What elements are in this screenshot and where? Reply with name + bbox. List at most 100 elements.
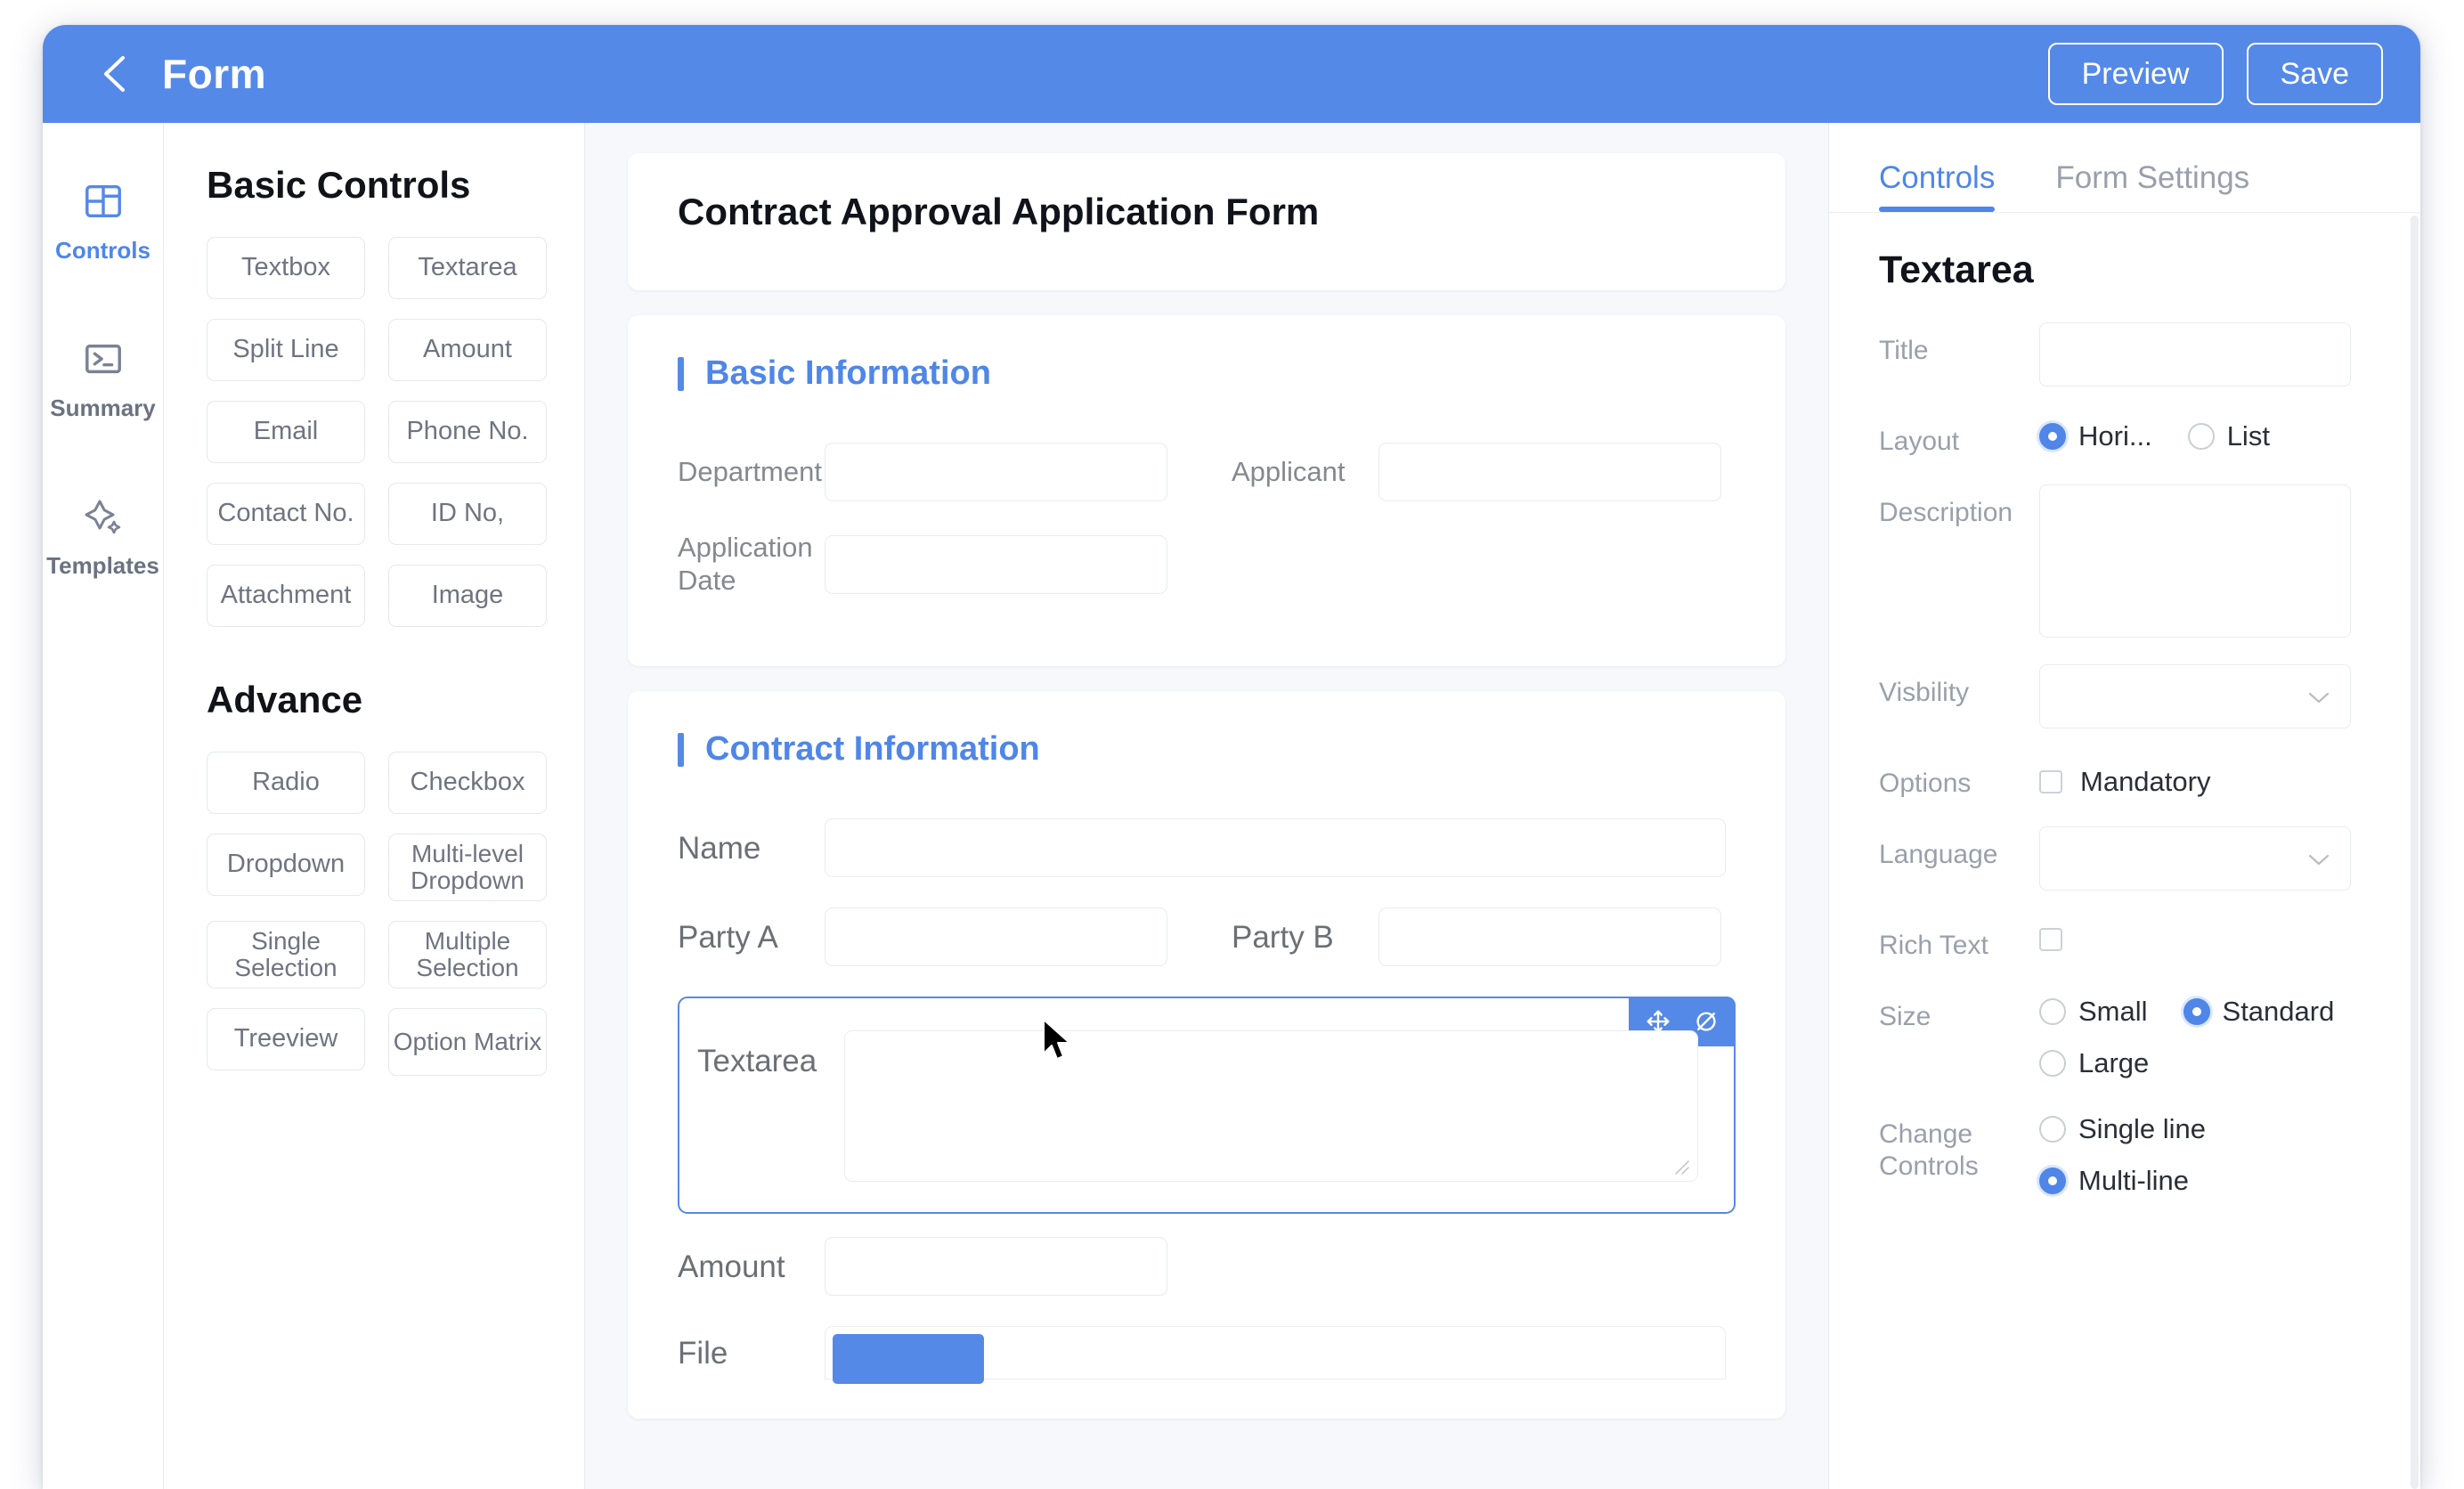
radio-dot-icon: [2183, 998, 2210, 1025]
palette-item-radio[interactable]: Radio: [207, 752, 365, 814]
property-label: Rich Text: [1879, 931, 1988, 960]
application-date-input[interactable]: [825, 534, 1167, 594]
save-button[interactable]: Save: [2246, 43, 2383, 105]
tab-form-settings[interactable]: Form Settings: [2055, 160, 2249, 212]
form-canvas[interactable]: Contract Approval Application Form Basic…: [585, 123, 1828, 1489]
radio-label: List: [2226, 420, 2270, 452]
field-party-a[interactable]: Party A: [678, 907, 1167, 967]
checkbox-icon[interactable]: [2039, 928, 2062, 951]
property-label: Visbility: [1879, 678, 1970, 707]
property-row-title: Title: [1879, 322, 2420, 386]
property-label: Title: [1879, 336, 1929, 365]
chevron-left-icon[interactable]: [96, 54, 135, 94]
property-label: Language: [1879, 840, 1998, 869]
palette-item-single-selection[interactable]: Single Selection: [207, 921, 365, 989]
radio-layout-list[interactable]: List: [2187, 420, 2289, 452]
applicant-input[interactable]: [1378, 443, 1721, 501]
properties-scrollbar[interactable]: [2411, 216, 2419, 1489]
language-select[interactable]: [2039, 826, 2351, 891]
form-row: Party A Party B: [678, 907, 1736, 967]
amount-input[interactable]: [825, 1237, 1167, 1297]
description-input[interactable]: [2039, 484, 2351, 638]
preview-button[interactable]: Preview: [2047, 43, 2224, 105]
form-title: Contract Approval Application Form: [678, 191, 1320, 232]
selected-widget-textarea[interactable]: Textarea: [678, 997, 1736, 1215]
app-window: Form Preview Save Controls Summary Templ…: [43, 25, 2420, 1489]
textarea-input[interactable]: [844, 1030, 1698, 1183]
palette-item-attachment[interactable]: Attachment: [207, 565, 365, 627]
field-party-b[interactable]: Party B: [1232, 907, 1721, 967]
palette-item-phone-no[interactable]: Phone No.: [388, 401, 547, 463]
file-input[interactable]: [825, 1326, 1726, 1385]
radio-size-large[interactable]: Large: [2039, 1047, 2168, 1079]
field-application-date[interactable]: Application Date: [678, 532, 1167, 597]
radio-layout-horizontal[interactable]: Hori...: [2039, 420, 2172, 452]
form-row: Amount: [678, 1237, 1736, 1297]
property-row-description: Description: [1879, 484, 2420, 638]
palette-item-option-matrix[interactable]: Option Matrix: [388, 1008, 547, 1076]
field-amount[interactable]: Amount: [678, 1237, 1167, 1297]
palette-grid-advance: Radio Checkbox Dropdown Multi-level Drop…: [207, 752, 584, 1076]
palette-item-treeview[interactable]: Treeview: [207, 1008, 365, 1070]
field-label: Department: [678, 455, 822, 487]
party-b-input[interactable]: [1378, 907, 1721, 967]
department-input[interactable]: [825, 443, 1167, 501]
sidebar-item-summary[interactable]: Summary: [43, 336, 163, 422]
field-name[interactable]: Name: [678, 818, 1726, 878]
checkbox-icon[interactable]: [2039, 770, 2062, 793]
sidebar-item-templates[interactable]: Templates: [43, 493, 163, 580]
field-label: Party A: [678, 919, 778, 955]
sparkle-icon: [82, 493, 125, 540]
section-basic-information: Basic Information Department Applicant A…: [628, 315, 1785, 667]
palette-item-split-line[interactable]: Split Line: [207, 319, 365, 381]
mandatory-checkbox-wrap[interactable]: Mandatory: [2039, 755, 2210, 798]
section-accent-bar: [678, 732, 684, 767]
rich-text-checkbox-wrap[interactable]: [2039, 917, 2080, 951]
radio-dot-icon: [2039, 1116, 2066, 1143]
form-title-card[interactable]: Contract Approval Application Form: [628, 153, 1785, 290]
form-row: Name: [678, 818, 1736, 878]
resize-handle-icon[interactable]: [1671, 1156, 1690, 1176]
palette-item-textarea[interactable]: Textarea: [388, 237, 547, 299]
visibility-select[interactable]: [2039, 664, 2351, 728]
file-upload-button[interactable]: [833, 1334, 984, 1385]
property-label: Change Controls: [1879, 1119, 1979, 1181]
sidebar-item-controls[interactable]: Controls: [43, 178, 163, 264]
section-accent-bar: [678, 356, 684, 391]
radio-dot-icon: [2187, 423, 2215, 450]
form-row: Department Applicant: [678, 443, 1736, 501]
terminal-icon: [83, 336, 124, 382]
title-bar: Form Preview Save: [43, 25, 2420, 123]
palette-item-multiple-selection[interactable]: Multiple Selection: [388, 921, 547, 989]
party-a-input[interactable]: [825, 907, 1167, 967]
palette-item-id-no[interactable]: ID No,: [388, 483, 547, 545]
radio-size-small[interactable]: Small: [2039, 996, 2167, 1028]
palette-item-checkbox[interactable]: Checkbox: [388, 752, 547, 814]
palette-item-amount[interactable]: Amount: [388, 319, 547, 381]
properties-title: Textarea: [1879, 248, 2034, 291]
property-row-options: Options Mandatory: [1879, 755, 2420, 800]
palette-item-dropdown[interactable]: Dropdown: [207, 834, 365, 896]
tab-controls[interactable]: Controls: [1879, 160, 1996, 212]
name-input[interactable]: [825, 818, 1726, 878]
page-title: Form: [162, 51, 266, 97]
field-applicant[interactable]: Applicant: [1232, 443, 1721, 501]
property-row-rich-text: Rich Text: [1879, 917, 2420, 962]
title-input[interactable]: [2039, 322, 2351, 386]
palette-item-multi-level-dropdown[interactable]: Multi-level Dropdown: [388, 834, 547, 901]
size-radio-row-1: Small Standard: [2039, 996, 2370, 1028]
chevron-down-icon: [2307, 685, 2330, 708]
properties-panel: Controls Form Settings Textarea Title La…: [1828, 123, 2420, 1489]
palette-item-image[interactable]: Image: [388, 565, 547, 627]
radio-multi-line[interactable]: Multi-line: [2039, 1165, 2225, 1197]
radio-size-standard[interactable]: Standard: [2183, 996, 2354, 1028]
field-file[interactable]: File: [678, 1326, 1736, 1385]
palette-grid-basic: Textbox Textarea Split Line Amount Email…: [207, 237, 584, 627]
field-label: Party B: [1232, 919, 1334, 955]
palette-item-email[interactable]: Email: [207, 401, 365, 463]
palette-item-contact-no[interactable]: Contact No.: [207, 483, 365, 545]
palette-heading-basic: Basic Controls: [207, 164, 471, 206]
radio-single-line[interactable]: Single line: [2039, 1113, 2225, 1145]
palette-item-textbox[interactable]: Textbox: [207, 237, 365, 299]
field-department[interactable]: Department: [678, 443, 1167, 501]
